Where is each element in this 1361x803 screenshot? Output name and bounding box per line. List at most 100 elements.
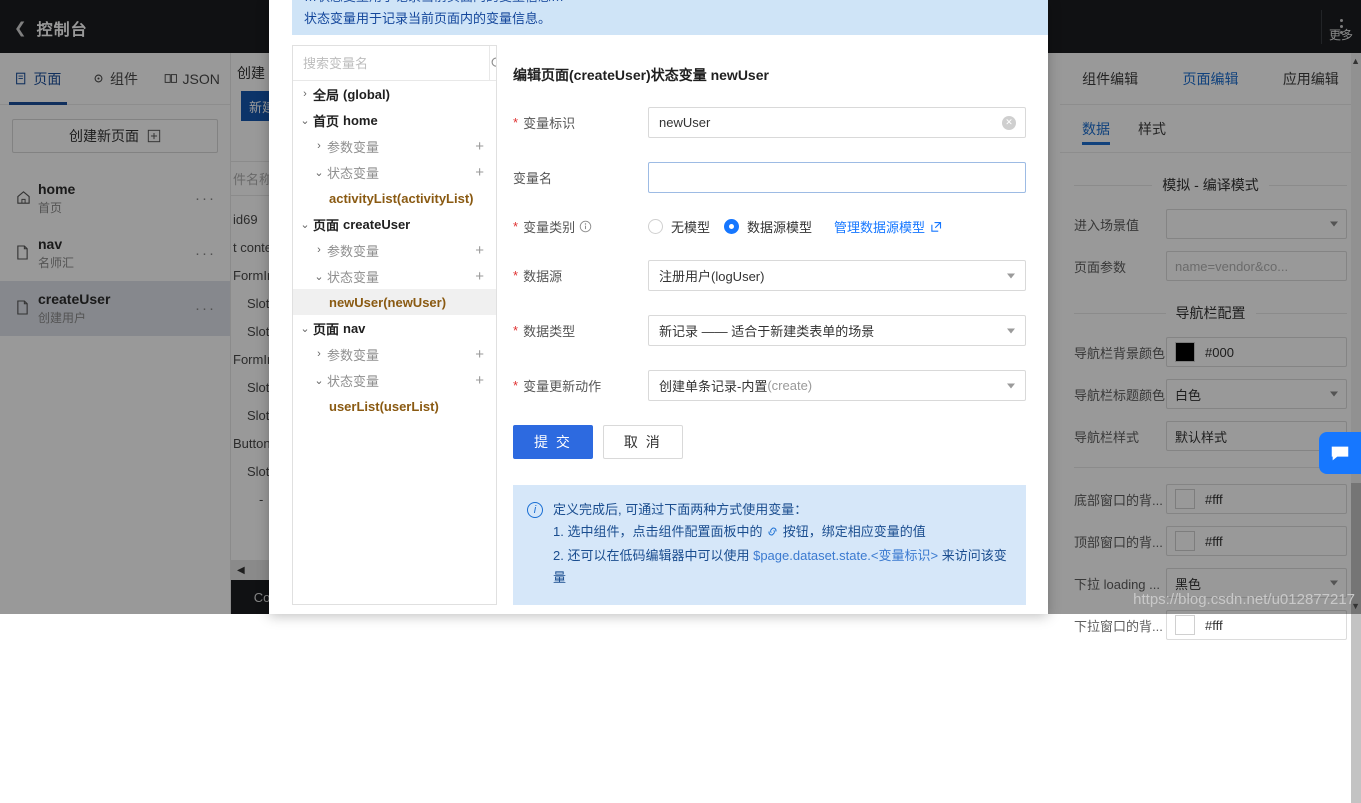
radio-no-model[interactable]: 无模型 <box>648 217 710 236</box>
label-text: 变量类别 <box>523 220 576 235</box>
required-star: * <box>513 219 519 234</box>
add-state-icon[interactable]: + <box>475 268 484 285</box>
chevron-down-icon <box>1007 383 1015 388</box>
tree-group-global[interactable]: › 全局 (global) <box>293 81 496 107</box>
chevron-down-icon[interactable]: ⌄ <box>311 166 327 179</box>
add-param-icon[interactable]: + <box>475 138 484 155</box>
label-text: 变量标识 <box>523 116 576 131</box>
tree-group-label-cn: 页面 <box>313 321 340 337</box>
update-action-value-suffix: (create) <box>767 378 813 393</box>
info-circle-icon[interactable] <box>579 220 592 233</box>
pulldown-window-bg-field[interactable]: #fff <box>1166 610 1347 640</box>
tree-subgroup-params-nav[interactable]: › 参数变量 + <box>293 341 496 367</box>
tree-group-label-cn: 页面 <box>313 217 340 233</box>
chevron-down-icon[interactable]: ⌄ <box>311 374 327 387</box>
form-label-update-action: * 变量更新动作 <box>513 376 648 395</box>
tree-subgroup-state-home[interactable]: ⌄ 状态变量 + <box>293 159 496 185</box>
cancel-button[interactable]: 取 消 <box>602 425 683 459</box>
manage-datasource-model-link[interactable]: 管理数据源模型 <box>834 217 942 236</box>
color-swatch[interactable] <box>1175 615 1195 635</box>
required-star: * <box>513 323 519 338</box>
radio-dot-selected[interactable] <box>724 219 740 234</box>
tree-subgroup-state-createUser[interactable]: ⌄ 状态变量 + <box>293 263 496 289</box>
tree-subgroup-state-nav[interactable]: ⌄ 状态变量 + <box>293 367 496 393</box>
form-row-variable-kind: * 变量类别 无模型 数据源模型 管理数据源模型 <box>513 217 1026 236</box>
chevron-down-icon[interactable]: ⌄ <box>297 218 313 231</box>
form-row-datasource: * 数据源 注册用户(logUser) <box>513 260 1026 291</box>
required-star: * <box>513 268 519 283</box>
tip-line-1-a: 1. 选中组件，点击组件配置面板中的 <box>553 524 763 539</box>
radio-dot[interactable] <box>648 219 663 234</box>
tree-group-label-en: createUser <box>343 216 411 232</box>
tree-subgroup-label: 参数变量 <box>327 347 380 363</box>
variable-id-value: newUser <box>659 115 711 130</box>
clear-circle-icon[interactable]: ✕ <box>1002 115 1016 130</box>
link-chain-icon <box>766 523 779 545</box>
pulldown-window-bg-value: #fff <box>1205 617 1223 633</box>
tree-subgroup-label: 状态变量 <box>327 269 380 285</box>
usage-tip-box: i 定义完成后, 可通过下面两种方式使用变量： 1. 选中组件，点击组件配置面板… <box>513 485 1026 605</box>
search-input[interactable] <box>293 55 489 71</box>
tree-group-label-cn: 全局 <box>313 87 340 103</box>
tip-line-1: 1. 选中组件，点击组件配置面板中的 按钮，绑定相应变量的值 <box>553 521 1012 545</box>
tree-leaf-userList[interactable]: userList(userList) <box>293 393 496 419</box>
datatype-select[interactable]: 新记录 —— 适合于新建类表单的场景 <box>648 315 1026 346</box>
chevron-right-icon[interactable]: › <box>297 88 313 100</box>
usage-tip-content: 定义完成后, 可通过下面两种方式使用变量： 1. 选中组件，点击组件配置面板中的… <box>553 499 1012 589</box>
modal-body: › 全局 (global) ⌄ 首页 home › 参数变量 + ⌄ 状态变量 … <box>269 45 1048 614</box>
tree-group-createUser[interactable]: ⌄ 页面 createUser <box>293 211 496 237</box>
chevron-down-icon[interactable]: ⌄ <box>311 270 327 283</box>
edit-state-variable-modal: …状态变量用于记录当前页面内的变量信息… 状态变量用于记录当前页面内的变量信息。… <box>269 0 1048 614</box>
tree-group-nav[interactable]: ⌄ 页面 nav <box>293 315 496 341</box>
form-label-variable-id: * 变量标识 <box>513 113 648 132</box>
add-param-icon[interactable]: + <box>475 346 484 363</box>
form-row-variable-id: * 变量标识 newUser ✕ <box>513 107 1026 138</box>
radio-datasource-model-label: 数据源模型 <box>747 220 813 235</box>
tip-line-1-b: 按钮，绑定相应变量的值 <box>782 524 926 539</box>
banner-line-1: …状态变量用于记录当前页面内的变量信息… <box>304 0 1036 8</box>
chevron-right-icon[interactable]: › <box>311 140 327 152</box>
required-star: * <box>513 378 519 393</box>
radio-datasource-model[interactable]: 数据源模型 <box>724 217 812 236</box>
banner-line-2: 状态变量用于记录当前页面内的变量信息。 <box>304 11 552 26</box>
chevron-right-icon[interactable]: › <box>311 348 327 360</box>
update-action-select[interactable]: 创建单条记录-内置 (create) <box>648 370 1026 401</box>
datasource-value: 注册用户(logUser) <box>659 269 765 284</box>
tree-leaf-newUser[interactable]: newUser(newUser) <box>293 289 496 315</box>
label-text: 变量更新动作 <box>523 379 602 394</box>
tree-leaf-activityList[interactable]: activityList(activityList) <box>293 185 496 211</box>
add-state-icon[interactable]: + <box>475 372 484 389</box>
search-icon[interactable] <box>489 46 496 80</box>
tree-subgroup-params-createUser[interactable]: › 参数变量 + <box>293 237 496 263</box>
tree-group-label-cn: 首页 <box>313 113 340 129</box>
tip-line-2: 2. 还可以在低码编辑器中可以使用 $page.dataset.state.<变… <box>553 545 1012 589</box>
chevron-right-icon[interactable]: › <box>311 244 327 256</box>
info-circle-icon: i <box>527 502 543 518</box>
chevron-down-icon[interactable]: ⌄ <box>297 114 313 127</box>
tree-group-label-en: home <box>343 112 378 128</box>
submit-button[interactable]: 提 交 <box>513 425 593 459</box>
datasource-select[interactable]: 注册用户(logUser) <box>648 260 1026 291</box>
tree-subgroup-label: 状态变量 <box>327 165 380 181</box>
form-label-datasource: * 数据源 <box>513 266 648 285</box>
variable-id-input[interactable]: newUser ✕ <box>648 107 1026 138</box>
tip-title: 定义完成后, 可通过下面两种方式使用变量： <box>553 502 808 517</box>
label-text: 变量名 <box>513 171 553 186</box>
tree-group-home[interactable]: ⌄ 首页 home <box>293 107 496 133</box>
field-row-pulldown-window-bg: 下拉窗口的背... #fff <box>1074 610 1347 640</box>
manage-link-label: 管理数据源模型 <box>834 220 926 235</box>
modal-info-banner: …状态变量用于记录当前页面内的变量信息… 状态变量用于记录当前页面内的变量信息。 <box>292 0 1048 35</box>
label-text: 数据类型 <box>523 324 576 339</box>
tree-group-label-en: nav <box>343 320 366 336</box>
label-text: 数据源 <box>523 269 563 284</box>
radio-no-model-label: 无模型 <box>671 220 711 235</box>
chat-bubble-icon[interactable] <box>1319 432 1361 474</box>
variable-name-input[interactable] <box>648 162 1026 193</box>
chevron-down-icon[interactable]: ⌄ <box>297 322 313 335</box>
add-state-icon[interactable]: + <box>475 164 484 181</box>
add-param-icon[interactable]: + <box>475 242 484 259</box>
tree-subgroup-label: 状态变量 <box>327 373 380 389</box>
update-action-value: 创建单条记录-内置 <box>659 379 768 394</box>
external-link-icon <box>931 221 942 232</box>
tree-subgroup-params-home[interactable]: › 参数变量 + <box>293 133 496 159</box>
